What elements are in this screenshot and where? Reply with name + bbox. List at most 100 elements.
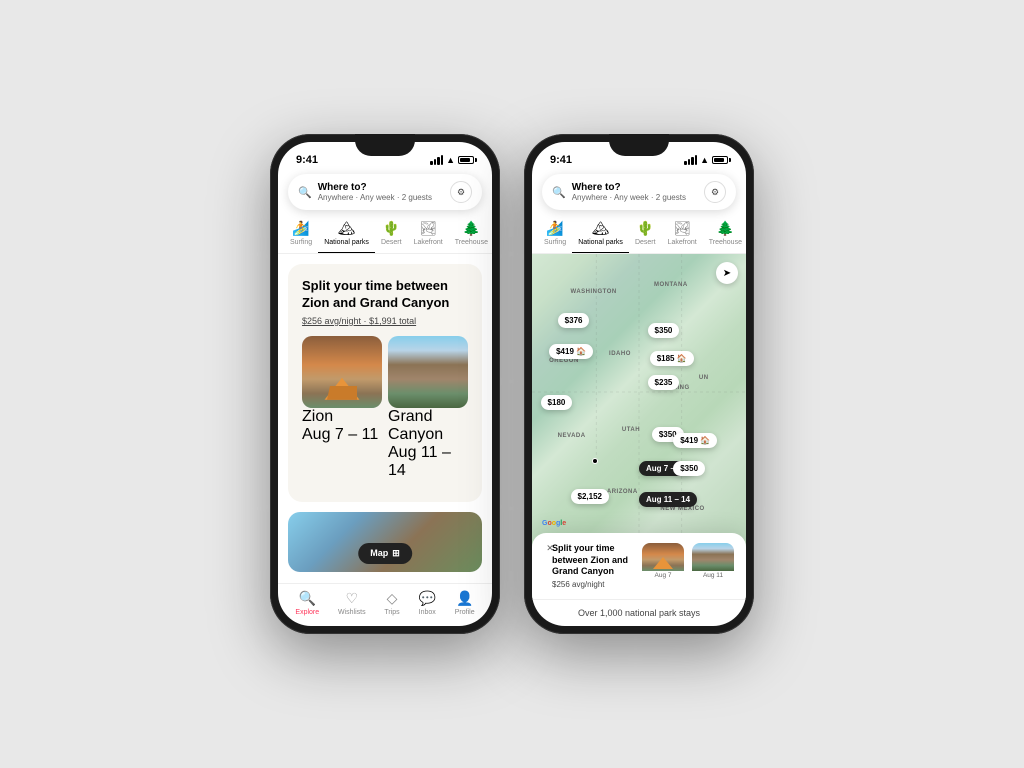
desert-icon-2: 🌵	[637, 220, 654, 237]
inbox-nav-icon-1: 💬	[419, 590, 436, 607]
status-time-2: 9:41	[550, 154, 572, 166]
search-bar-1[interactable]: 🔍 Where to? Anywhere · Any week · 2 gues…	[288, 174, 482, 210]
battery-icon-1	[458, 156, 474, 164]
profile-nav-icon-1: 👤	[456, 590, 473, 607]
map-view-2[interactable]: WASHINGTON MONTANA OREGON IDAHO WYOMING …	[532, 254, 746, 599]
tab-desert-1[interactable]: 🌵 Desert	[375, 216, 408, 253]
profile-nav-label-1: Profile	[455, 609, 475, 616]
zion-image-1: Zion Aug 7 – 11	[302, 336, 382, 480]
search-bar-2[interactable]: 🔍 Where to? Anywhere · Any week · 2 gues…	[542, 174, 736, 210]
price-bubble-350-3[interactable]: $350	[673, 461, 705, 476]
price-bubble-180[interactable]: $180	[541, 395, 573, 410]
status-icons-2: ▲	[684, 155, 728, 165]
map-preview-1[interactable]: Map ⊞	[288, 512, 482, 572]
search-label-1: Where to?	[318, 182, 444, 193]
price-bubble-2152[interactable]: $2,152	[571, 489, 609, 504]
tab-label-treehouse-2: Treehouse	[709, 239, 742, 246]
map-thumb-label-2: Aug 11	[703, 572, 723, 579]
surfing-icon-1: 🏄	[292, 220, 309, 237]
listing-price-1: $256 avg/night · $1,991 total	[302, 316, 468, 326]
tab-lakefront-1[interactable]: 🏞 Lakefront	[408, 216, 449, 253]
filter-button-2[interactable]: ⚙	[704, 181, 726, 203]
map-card-close-button[interactable]: ✕	[542, 541, 558, 557]
nav-wishlists-1[interactable]: ♡ Wishlists	[338, 590, 366, 616]
tab-national-parks-2[interactable]: 🏔 National parks	[572, 216, 629, 253]
category-tabs-1: 🏄 Surfing 🏔 National parks 🌵 Desert 🏞 La…	[278, 216, 492, 254]
filter-button-1[interactable]: ⚙	[450, 181, 472, 203]
tab-treehouse-1[interactable]: 🌲 Treehouse	[449, 216, 492, 253]
price-bubble-235[interactable]: $235	[648, 375, 680, 390]
status-time-1: 9:41	[296, 154, 318, 166]
nav-trips-1[interactable]: ◇ Trips	[384, 590, 399, 616]
notch-1	[355, 134, 415, 156]
nav-explore-1[interactable]: 🔍 Explore	[295, 590, 319, 616]
price-bubble-350-1[interactable]: $350	[648, 323, 680, 338]
tab-treehouse-2[interactable]: 🌲 Treehouse	[703, 216, 746, 253]
tab-surfing-1[interactable]: 🏄 Surfing	[284, 216, 318, 253]
bottom-nav-1: 🔍 Explore ♡ Wishlists ◇ Trips 💬 Inbox 👤	[278, 583, 492, 626]
map-thumb-label-1: Aug 7	[655, 572, 672, 579]
price-bubble-aug11[interactable]: Aug 11 – 14	[639, 492, 697, 507]
listing-card-1: Split your time between Zion and Grand C…	[288, 264, 482, 502]
tab-surfing-2[interactable]: 🏄 Surfing	[538, 216, 572, 253]
state-idaho: IDAHO	[609, 351, 631, 357]
wishlists-nav-label-1: Wishlists	[338, 609, 366, 616]
price-bubble-185[interactable]: $185 🏠	[650, 351, 694, 366]
nav-inbox-1[interactable]: 💬 Inbox	[419, 590, 436, 616]
lakefront-icon-1: 🏞	[419, 220, 437, 237]
grand-canyon-image-1: Grand Canyon Aug 11 – 14	[388, 336, 468, 480]
compass-button[interactable]: ➤	[716, 262, 738, 284]
search-sub-2: Anywhere · Any week · 2 guests	[572, 193, 698, 202]
phones-container: 9:41 ▲ 🔍 Wher	[270, 134, 754, 634]
state-partial: Un	[699, 375, 709, 381]
tab-label-desert-1: Desert	[381, 239, 402, 246]
search-label-2: Where to?	[572, 182, 698, 193]
price-bubble-376[interactable]: $376	[558, 313, 590, 328]
listing-title-1: Split your time between Zion and Grand C…	[302, 278, 468, 312]
tab-label-treehouse-1: Treehouse	[455, 239, 488, 246]
screen-1: 9:41 ▲ 🔍 Wher	[278, 142, 492, 626]
map-card-price: $256 avg/night	[552, 580, 634, 589]
price-total-1: $1,991 total	[369, 316, 416, 326]
state-washington: WASHINGTON	[571, 289, 617, 295]
map-button-1[interactable]: Map ⊞	[358, 543, 412, 564]
search-sub-1: Anywhere · Any week · 2 guests	[318, 193, 444, 202]
explore-nav-label-1: Explore	[295, 609, 319, 616]
state-nevada: NEVADA	[558, 433, 586, 439]
surfing-icon-2: 🏄	[546, 220, 563, 237]
search-icon-2: 🔍	[552, 186, 566, 199]
price-bubble-419-2[interactable]: $419 🏠	[673, 433, 717, 448]
tab-label-surfing-2: Surfing	[544, 239, 566, 246]
tab-label-lakefront-2: Lakefront	[668, 239, 697, 246]
state-montana: MONTANA	[654, 282, 688, 288]
tab-label-desert-2: Desert	[635, 239, 656, 246]
map-thumb-gc[interactable]: Aug 11	[692, 543, 734, 581]
listing-images-1: Zion Aug 7 – 11 Grand Canyon Aug 11 – 14	[302, 336, 468, 480]
gc-label-1: Grand Canyon	[388, 408, 468, 444]
park-footer-2: Over 1,000 national park stays	[532, 599, 746, 626]
phone-2: 9:41 ▲ 🔍 Wher	[524, 134, 754, 634]
status-icons-1: ▲	[430, 155, 474, 165]
tab-label-lakefront-1: Lakefront	[414, 239, 443, 246]
inbox-nav-label-1: Inbox	[419, 609, 436, 616]
wifi-icon-2: ▲	[700, 155, 709, 165]
map-card-2: ✕ Split your time between Zion and Grand…	[532, 533, 746, 599]
map-thumb-zion[interactable]: Aug 7	[642, 543, 684, 581]
price-bubble-419-1[interactable]: $419 🏠	[549, 344, 593, 359]
notch-2	[609, 134, 669, 156]
map-card-title: Split your time between Zion and Grand C…	[552, 543, 634, 578]
tab-desert-2[interactable]: 🌵 Desert	[629, 216, 662, 253]
treehouse-icon-1: 🌲	[463, 220, 480, 237]
wishlists-nav-icon-1: ♡	[345, 590, 358, 607]
search-icon-1: 🔍	[298, 186, 312, 199]
wifi-icon-1: ▲	[446, 155, 455, 165]
tab-label-national-parks-2: National parks	[578, 239, 623, 246]
desert-icon-1: 🌵	[383, 220, 400, 237]
battery-icon-2	[712, 156, 728, 164]
tab-lakefront-2[interactable]: 🏞 Lakefront	[662, 216, 703, 253]
national-parks-icon-2: 🏔	[592, 220, 610, 237]
tab-national-parks-1[interactable]: 🏔 National parks	[318, 216, 375, 253]
gc-date-1: Aug 11 – 14	[388, 444, 468, 480]
nav-profile-1[interactable]: 👤 Profile	[455, 590, 475, 616]
zion-date-1: Aug 7 – 11	[302, 426, 382, 444]
